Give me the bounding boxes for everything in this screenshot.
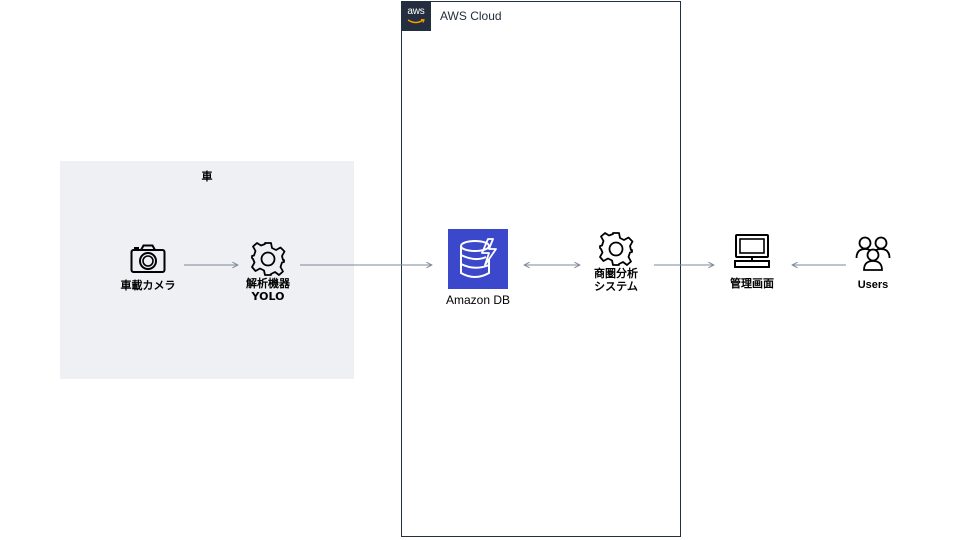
dynamodb-glyph-icon (460, 238, 497, 278)
db-label: Amazon DB (445, 293, 511, 307)
camera-icon (130, 244, 166, 273)
users-label: Users (857, 279, 889, 291)
analysis-label: 商圏分析 システム (594, 267, 638, 293)
analyzer-label: 解析機器 YOLO (246, 277, 290, 303)
gear-icon (251, 242, 286, 276)
users-icon (855, 236, 891, 271)
camera-label: 車載カメラ (120, 279, 176, 292)
dynamodb-icon (448, 229, 508, 289)
admin-label: 管理画面 (730, 277, 774, 290)
gear-icon (599, 232, 634, 266)
monitor-icon (734, 234, 770, 268)
